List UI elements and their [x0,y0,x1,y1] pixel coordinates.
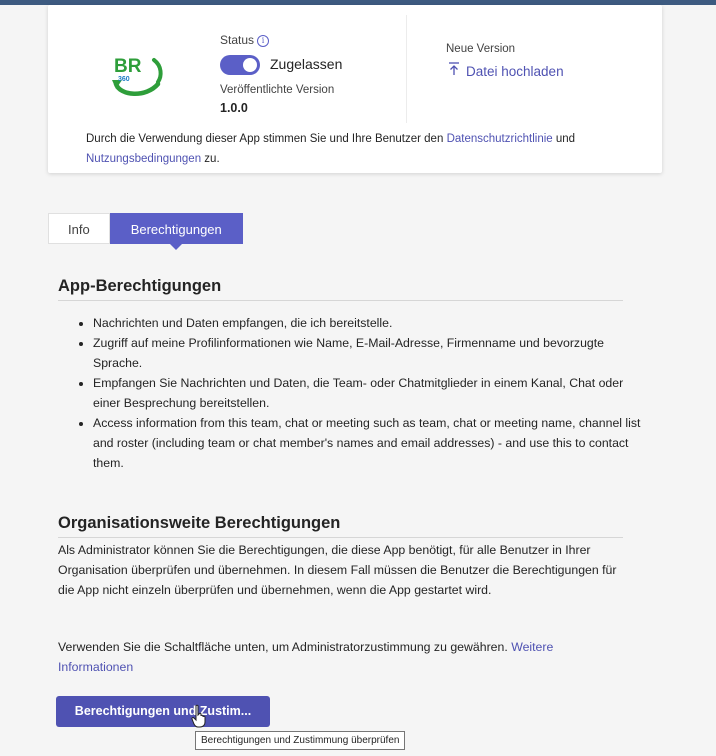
terms-of-use-link[interactable]: Nutzungsbedingungen [86,153,201,165]
new-version-label: Neue Version [446,43,516,55]
status-label: Status i [220,33,270,47]
list-item: Nachrichten und Daten empfangen, die ich… [93,313,643,333]
admin-consent-instruction: Verwenden Sie die Schaltfläche unten, um… [58,637,626,677]
consent-and: und [552,133,576,145]
toggle-knob [243,58,257,72]
upload-icon [449,62,459,75]
button-tooltip: Berechtigungen und Zustimmung überprüfen [195,731,406,750]
upload-file-link[interactable]: Datei hochladen [448,62,564,79]
consent-text: Durch die Verwendung dieser App stimmen … [86,129,646,169]
status-toggle[interactable] [220,55,260,75]
consent-prefix: Durch die Verwendung dieser App stimmen … [86,133,447,145]
hand-cursor-icon [191,704,206,728]
heading-rule [58,300,623,301]
status-label-text: Status [220,33,255,47]
app-permissions-heading: App-Berechtigungen [58,277,222,295]
org-permissions-heading: Organisationsweite Berechtigungen [58,514,341,532]
card-divider [406,15,407,123]
published-version-label: Veröffentlichte Version [220,84,335,96]
app-permissions-list: Nachrichten und Daten empfangen, die ich… [73,313,643,473]
tab-permissions[interactable]: Berechtigungen [109,213,243,250]
app-details-card: BR 360 Status i Zugelassen Veröffentlicht… [48,5,662,173]
review-permissions-button[interactable]: Berechtigungen und Zustim... [56,696,270,727]
list-item: Empfangen Sie Nachrichten und Daten, die… [93,373,643,413]
list-item: Zugriff auf meine Profilinformationen wi… [93,333,643,373]
org-permissions-description: Als Administrator können Sie die Berecht… [58,543,617,597]
list-item: Access information from this team, chat … [93,413,643,473]
privacy-policy-link[interactable]: Datenschutzrichtlinie [447,133,553,145]
instruction-text: Verwenden Sie die Schaltfläche unten, um… [58,640,512,654]
status-value: Zugelassen [270,56,343,72]
published-version-value: 1.0.0 [220,101,248,115]
info-icon[interactable]: i [257,35,270,47]
consent-suffix: zu. [201,153,220,165]
tab-info[interactable]: Info [48,213,110,244]
upload-link-text: Datei hochladen [466,64,564,79]
detail-tabs: Info Berechtigungen [48,213,243,250]
app-logo-icon: BR 360 [112,56,163,96]
heading-rule [58,537,623,538]
logo-sub: 360 [118,76,130,83]
logo-letters: BR [114,56,142,77]
